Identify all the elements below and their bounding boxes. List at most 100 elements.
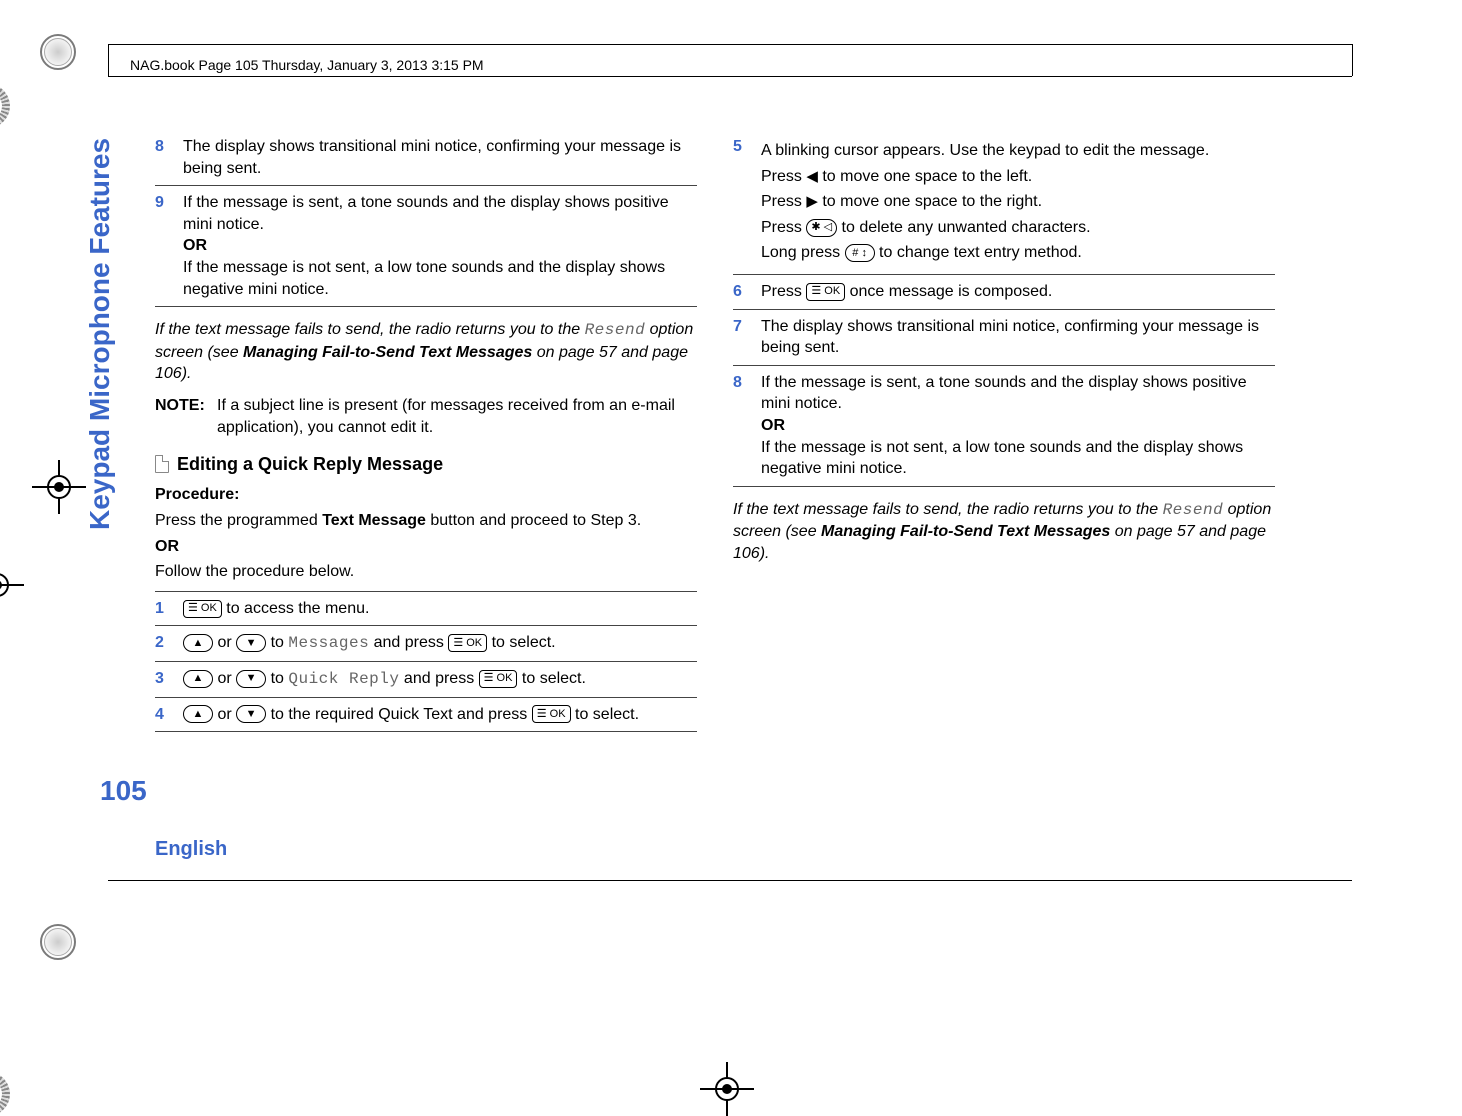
text: If the text message fails to send, the r… <box>733 501 1163 518</box>
sunburst-icon <box>0 1072 10 1116</box>
step-8: 8 The display shows transitional mini no… <box>155 130 697 186</box>
text: button and proceed to Step 3. <box>426 512 641 529</box>
text: to delete any unwanted characters. <box>837 219 1091 236</box>
text: Press ◀ to move one space to the left. <box>761 166 1275 188</box>
procedure-text: Follow the procedure below. <box>155 561 697 583</box>
text: to <box>266 634 288 651</box>
text: Press the programmed <box>155 512 322 529</box>
text: to move one space to the right. <box>818 193 1042 210</box>
step-number: 8 <box>733 372 749 480</box>
ok-key-icon: ☰ OK <box>479 670 518 688</box>
up-key-icon: ▲ <box>183 634 213 652</box>
step-number: 9 <box>155 192 171 300</box>
or-label: OR <box>155 536 697 558</box>
section-heading: Editing a Quick Reply Message <box>155 452 697 476</box>
reference-title: Managing Fail-to-Send Text Messages <box>821 523 1110 540</box>
hash-key-icon: # ↕ <box>845 244 875 262</box>
text: or <box>213 706 236 723</box>
sunburst-icon <box>0 84 10 128</box>
content-area: 8 The display shows transitional mini no… <box>155 130 1275 732</box>
ok-key-icon: ☰ OK <box>183 600 222 618</box>
step-number: 5 <box>733 136 749 268</box>
section-title-vertical: Keypad Microphone Features <box>84 138 116 530</box>
text: to change text entry method. <box>875 244 1082 261</box>
text: Press <box>761 193 806 210</box>
step-text: The display shows transitional mini noti… <box>183 136 697 179</box>
up-key-icon: ▲ <box>183 705 213 723</box>
text: once message is composed. <box>845 283 1052 300</box>
step-text: The display shows transitional mini noti… <box>761 316 1275 359</box>
ok-key-icon: ☰ OK <box>448 634 487 652</box>
resend-label: Resend <box>585 321 646 339</box>
step-number: 4 <box>155 704 171 726</box>
text: Press <box>761 219 806 236</box>
text: If the message is sent, a tone sounds an… <box>183 194 669 233</box>
step-text: If the message is sent, a tone sounds an… <box>761 372 1275 480</box>
text: Long press # ↕ to change text entry meth… <box>761 242 1275 264</box>
step-5: 5 A blinking cursor appears. Use the key… <box>733 130 1275 275</box>
text: to the required Quick Text and press <box>266 706 532 723</box>
step-text: A blinking cursor appears. Use the keypa… <box>761 136 1275 268</box>
step-text: ▲ or ▼ to Messages and press ☰ OK to sel… <box>183 632 697 655</box>
printer-ring-icon <box>40 924 76 960</box>
right-arrow-icon: ▶ <box>806 194 818 209</box>
step-text: ▲ or ▼ to Quick Reply and press ☰ OK to … <box>183 668 697 691</box>
or-label: OR <box>183 237 207 254</box>
resend-label: Resend <box>1163 501 1224 519</box>
ok-key-icon: ☰ OK <box>806 283 845 301</box>
text: If the message is not sent, a low tone s… <box>761 439 1243 478</box>
text: to <box>266 670 288 687</box>
left-arrow-icon: ◀ <box>806 169 818 184</box>
header-path: NAG.book Page 105 Thursday, January 3, 2… <box>130 57 484 73</box>
procedure-text: Press the programmed Text Message button… <box>155 510 697 532</box>
step-7: 7 The display shows transitional mini no… <box>733 310 1275 366</box>
text: or <box>213 670 236 687</box>
document-icon <box>155 455 169 473</box>
down-key-icon: ▼ <box>236 705 266 723</box>
text: If the text message fails to send, the r… <box>155 321 585 338</box>
step-number: 3 <box>155 668 171 691</box>
registration-target-icon <box>700 1062 754 1116</box>
frame-line <box>108 44 1352 45</box>
step-number: 8 <box>155 136 171 179</box>
step-8: 8 If the message is sent, a tone sounds … <box>733 366 1275 487</box>
step-text: ▲ or ▼ to the required Quick Text and pr… <box>183 704 697 726</box>
note: NOTE: If a subject line is present (for … <box>155 395 697 438</box>
step-number: 7 <box>733 316 749 359</box>
text: to select. <box>487 634 555 651</box>
language-label: English <box>155 838 227 861</box>
text: Press <box>761 283 806 300</box>
text: A blinking cursor appears. Use the keypa… <box>761 140 1275 162</box>
step-6: 6 Press ☰ OK once message is composed. <box>733 275 1275 310</box>
ok-key-icon: ☰ OK <box>532 705 571 723</box>
text: Press ✱ ◁ to delete any unwanted charact… <box>761 217 1275 239</box>
text: to select. <box>517 670 585 687</box>
procedure-label: Procedure: <box>155 484 697 506</box>
step-9: 9 If the message is sent, a tone sounds … <box>155 186 697 307</box>
text: to select. <box>571 706 639 723</box>
step-1: 1 ☰ OK to access the menu. <box>155 591 697 627</box>
star-key-icon: ✱ ◁ <box>806 219 837 237</box>
text: Long press <box>761 244 845 261</box>
down-key-icon: ▼ <box>236 670 266 688</box>
page-frame: NAG.book Page 105 Thursday, January 3, 2… <box>0 0 1462 1013</box>
step-3: 3 ▲ or ▼ to Quick Reply and press ☰ OK t… <box>155 662 697 698</box>
menu-item: Messages <box>288 634 369 652</box>
step-4: 4 ▲ or ▼ to the required Quick Text and … <box>155 698 697 733</box>
frame-line <box>108 44 109 76</box>
text: and press <box>399 670 478 687</box>
fail-note: If the text message fails to send, the r… <box>733 499 1275 565</box>
left-column: 8 The display shows transitional mini no… <box>155 130 697 732</box>
page-number: 105 <box>100 775 147 807</box>
registration-target-icon <box>0 558 24 612</box>
frame-line <box>1352 44 1353 76</box>
frame-line <box>108 76 1352 77</box>
step-text: ☰ OK to access the menu. <box>183 598 697 620</box>
step-number: 2 <box>155 632 171 655</box>
section-title: Editing a Quick Reply Message <box>177 452 443 476</box>
up-key-icon: ▲ <box>183 670 213 688</box>
frame-line <box>108 880 1352 881</box>
printer-ring-icon <box>40 34 76 70</box>
button-name: Text Message <box>322 512 426 529</box>
step-text: If the message is sent, a tone sounds an… <box>183 192 697 300</box>
